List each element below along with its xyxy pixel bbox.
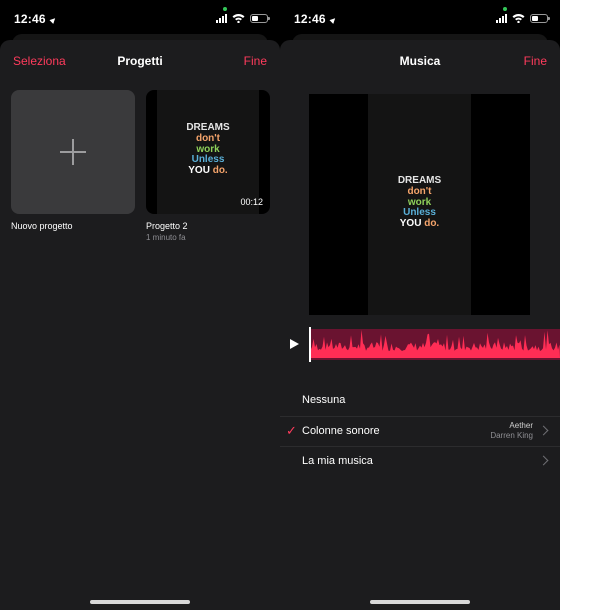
checkmark-icon: ✓ (286, 423, 297, 438)
list-item-label: Colonne sonore (302, 425, 380, 437)
list-item-soundtracks[interactable]: ✓ Colonne sonore Aether Darren King (280, 416, 560, 446)
location-arrow-icon: ▲ (46, 13, 61, 27)
music-screen: 12:46▲ Musica Fine DREAMS don't work Unl… (280, 0, 560, 610)
projects-sheet: Seleziona Progetti Fine Nuovo progetto D… (0, 40, 280, 610)
quote-line-you: YOU (188, 165, 210, 177)
cellular-signal-icon (216, 14, 227, 23)
status-bar: 12:46▲ (280, 0, 560, 36)
quote-line-dont: don't (407, 185, 432, 197)
thumbnail-quote: DREAMS don't work Unless YOU do. (157, 122, 259, 177)
project-modified: 1 minuto fa (146, 233, 186, 242)
nav-bar: Seleziona Progetti Fine (0, 40, 280, 80)
nav-bar: Musica Fine (280, 40, 560, 80)
preview-quote: DREAMS don't work Unless YOU do. (368, 175, 471, 230)
preview-frame: DREAMS don't work Unless YOU do. (368, 94, 471, 315)
home-indicator[interactable] (90, 600, 190, 604)
status-bar: 12:46▲ (0, 0, 280, 36)
project-tile[interactable]: DREAMS don't work Unless YOU do. 00:12 (146, 90, 270, 214)
battery-icon (250, 14, 270, 23)
location-arrow-icon: ▲ (326, 13, 341, 27)
waveform-path (309, 329, 560, 358)
track-artist: Darren King (490, 431, 533, 440)
done-button[interactable]: Fine (244, 54, 267, 68)
playhead[interactable] (309, 327, 311, 362)
duration-badge: 00:12 (240, 197, 263, 207)
waveform[interactable] (309, 329, 560, 360)
play-icon (290, 339, 299, 349)
wifi-icon (512, 14, 525, 23)
camera-in-use-dot (503, 7, 507, 11)
quote-line-dont: don't (195, 132, 221, 144)
battery-icon (530, 14, 550, 23)
new-project-label: Nuovo progetto (11, 221, 73, 231)
wifi-icon (232, 14, 245, 23)
track-title: Aether (509, 421, 533, 430)
plus-icon (60, 139, 86, 165)
status-icons (496, 13, 550, 23)
done-button[interactable]: Fine (524, 54, 547, 68)
chevron-right-icon (538, 425, 549, 436)
waveform-graphic (309, 329, 560, 358)
play-button[interactable] (280, 329, 309, 360)
home-indicator[interactable] (370, 600, 470, 604)
status-time: 12:46▲ (294, 12, 341, 27)
status-icons (216, 13, 270, 23)
music-sheet: Musica Fine DREAMS don't work Unless YOU… (280, 40, 560, 610)
quote-line-do: do. (212, 165, 228, 177)
quote-line-do: do. (424, 218, 440, 230)
video-preview[interactable]: DREAMS don't work Unless YOU do. (309, 94, 530, 315)
list-item-none[interactable]: Nessuna (280, 386, 560, 416)
quote-line-you: YOU (399, 218, 422, 230)
projects-screen: 12:46▲ Seleziona Progetti Fine Nuovo pro… (0, 0, 280, 610)
list-item-label: La mia musica (302, 455, 373, 467)
status-time-text: 12:46 (14, 12, 46, 26)
new-project-tile[interactable] (11, 90, 135, 214)
status-time-text: 12:46 (294, 12, 326, 26)
status-time: 12:46▲ (14, 12, 61, 27)
project-name: Progetto 2 (146, 221, 188, 231)
list-item-my-music[interactable]: La mia musica (280, 446, 560, 476)
chevron-right-icon (538, 455, 549, 466)
audio-timeline[interactable] (280, 327, 560, 362)
list-item-label: Nessuna (302, 394, 346, 406)
cellular-signal-icon (496, 14, 507, 23)
page-title: Progetti (117, 54, 163, 68)
camera-in-use-dot (223, 7, 227, 11)
project-thumbnail: DREAMS don't work Unless YOU do. (157, 90, 259, 214)
music-list: Nessuna ✓ Colonne sonore Aether Darren K… (280, 386, 560, 476)
page-title: Musica (399, 54, 441, 68)
selected-track-info: Aether Darren King (490, 421, 533, 441)
